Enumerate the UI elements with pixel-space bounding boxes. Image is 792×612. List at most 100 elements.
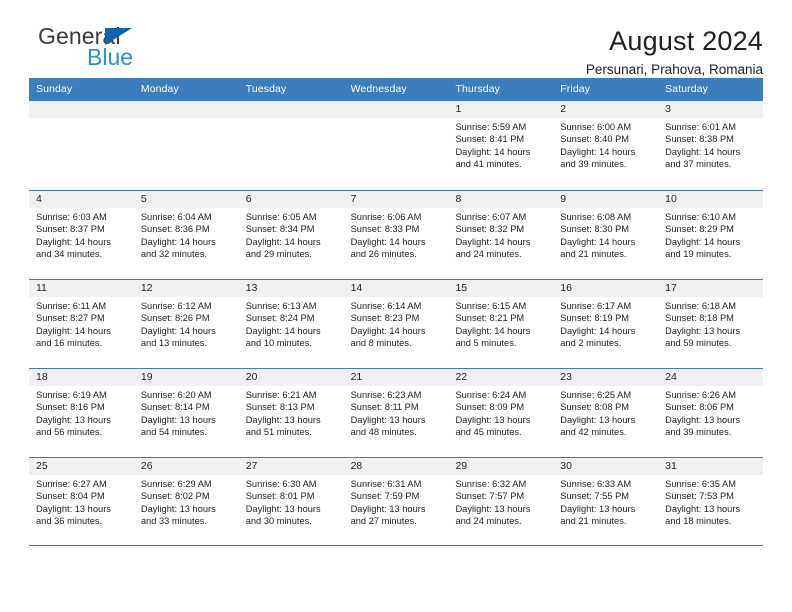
daylight-text-line1: Daylight: 13 hours bbox=[560, 414, 636, 425]
sunrise-text: Sunrise: 6:33 AM bbox=[560, 479, 632, 489]
calendar-day-cell[interactable]: 31 Sunrise: 6:35 AM Sunset: 7:53 PM Dayligh… bbox=[658, 458, 764, 545]
calendar-day-cell[interactable]: 4 Sunrise: 6:03 AM Sunset: 8:37 PM Daylight… bbox=[29, 191, 134, 279]
daylight-text-line2: and 27 minutes. bbox=[350, 516, 417, 527]
calendar-day-cell[interactable]: 6 Sunrise: 6:05 AM Sunset: 8:34 PM Daylight… bbox=[238, 191, 344, 279]
calendar-day-cell[interactable]: 11 Sunrise: 6:11 AM Sunset: 8:27 PM Dayligh… bbox=[29, 280, 134, 368]
sunset-text: Sunset: 8:02 PM bbox=[140, 491, 210, 502]
calendar-day-cell[interactable]: 2 Sunrise: 6:00 AM Sunset: 8:40 PM Daylight… bbox=[553, 101, 659, 190]
daylight-text-line1: Daylight: 14 hours bbox=[350, 236, 426, 247]
day-detail-lines: Sunrise: 6:03 AM Sunset: 8:37 PM Daylight:… bbox=[29, 208, 134, 261]
calendar-day-cell[interactable]: 8 Sunrise: 6:07 AM Sunset: 8:32 PM Daylight… bbox=[448, 191, 554, 279]
calendar-week-row: 4 Sunrise: 6:03 AM Sunset: 8:37 PM Daylight… bbox=[29, 190, 764, 279]
day-number: 26 bbox=[133, 458, 239, 475]
sunset-text: Sunset: 8:14 PM bbox=[140, 402, 210, 413]
day-number: 16 bbox=[553, 280, 659, 297]
sunset-text: Sunset: 8:04 PM bbox=[36, 491, 105, 502]
calendar-day-cell[interactable]: 28 Sunrise: 6:31 AM Sunset: 7:59 PM Dayligh… bbox=[343, 458, 449, 545]
daylight-text-line1: Daylight: 13 hours bbox=[36, 414, 111, 425]
calendar-day-cell[interactable]: 30 Sunrise: 6:33 AM Sunset: 7:55 PM Dayligh… bbox=[553, 458, 659, 545]
calendar-day-cell[interactable]: 18 Sunrise: 6:19 AM Sunset: 8:16 PM Dayligh… bbox=[29, 369, 134, 457]
sunset-text: Sunset: 8:19 PM bbox=[560, 313, 630, 324]
day-detail-lines: Sunrise: 6:14 AM Sunset: 8:23 PM Daylight:… bbox=[344, 297, 449, 350]
sunrise-text: Sunrise: 5:59 AM bbox=[455, 122, 527, 132]
calendar-day-cell[interactable]: 10 Sunrise: 6:10 AM Sunset: 8:29 PM Dayligh… bbox=[658, 191, 764, 279]
daylight-text-line1: Daylight: 14 hours bbox=[140, 236, 216, 247]
sunrise-text: Sunrise: 6:07 AM bbox=[455, 212, 527, 222]
calendar-week-row: 1 Sunrise: 5:59 AM Sunset: 8:41 PM Daylight… bbox=[29, 101, 764, 190]
day-detail-lines: Sunrise: 6:01 AM Sunset: 8:38 PM Daylight:… bbox=[658, 118, 763, 171]
weekday-header-monday: Monday bbox=[140, 83, 179, 95]
sunrise-text: Sunrise: 6:20 AM bbox=[140, 390, 212, 400]
day-number: 23 bbox=[553, 369, 659, 386]
daylight-text-line1: Daylight: 14 hours bbox=[455, 236, 531, 247]
sunrise-text: Sunrise: 6:27 AM bbox=[36, 479, 107, 489]
calendar-day-cell[interactable]: 29 Sunrise: 6:32 AM Sunset: 7:57 PM Dayligh… bbox=[448, 458, 554, 545]
calendar-grid: Sunday Monday Tuesday Wednesday Thursday… bbox=[29, 78, 764, 546]
day-detail-lines: Sunrise: 6:27 AM Sunset: 8:04 PM Daylight:… bbox=[29, 475, 134, 528]
daylight-text-line1: Daylight: 13 hours bbox=[665, 414, 741, 425]
day-number: 14 bbox=[343, 280, 449, 297]
calendar-day-cell[interactable]: 26 Sunrise: 6:29 AM Sunset: 8:02 PM Dayligh… bbox=[133, 458, 239, 545]
day-number bbox=[29, 101, 134, 118]
day-detail-lines: Sunrise: 6:30 AM Sunset: 8:01 PM Daylight:… bbox=[239, 475, 344, 528]
day-detail-lines bbox=[239, 118, 344, 121]
sunrise-text: Sunrise: 6:23 AM bbox=[350, 390, 422, 400]
calendar-day-cell[interactable]: 7 Sunrise: 6:06 AM Sunset: 8:33 PM Daylight… bbox=[343, 191, 449, 279]
calendar-day-cell[interactable]: 13 Sunrise: 6:13 AM Sunset: 8:24 PM Dayligh… bbox=[238, 280, 344, 368]
day-number: 20 bbox=[238, 369, 344, 386]
day-detail-lines: Sunrise: 6:05 AM Sunset: 8:34 PM Daylight:… bbox=[239, 208, 344, 261]
day-detail-lines: Sunrise: 6:35 AM Sunset: 7:53 PM Daylight:… bbox=[658, 475, 763, 528]
sunset-text: Sunset: 8:30 PM bbox=[560, 224, 630, 235]
sunrise-text: Sunrise: 6:14 AM bbox=[350, 301, 422, 311]
sunrise-text: Sunrise: 6:10 AM bbox=[665, 212, 736, 222]
day-number: 4 bbox=[29, 191, 134, 208]
day-number: 19 bbox=[133, 369, 239, 386]
brand-logo[interactable]: General Blue bbox=[29, 25, 179, 73]
sunrise-text: Sunrise: 6:12 AM bbox=[140, 301, 212, 311]
calendar-day-cell[interactable]: 12 Sunrise: 6:12 AM Sunset: 8:26 PM Dayligh… bbox=[133, 280, 239, 368]
day-number: 1 bbox=[448, 101, 554, 118]
daylight-text-line2: and 48 minutes. bbox=[350, 427, 417, 438]
sunrise-text: Sunrise: 6:24 AM bbox=[455, 390, 527, 400]
calendar-day-cell-empty bbox=[29, 101, 134, 190]
calendar-day-cell[interactable]: 19 Sunrise: 6:20 AM Sunset: 8:14 PM Dayligh… bbox=[133, 369, 239, 457]
calendar-day-cell[interactable]: 27 Sunrise: 6:30 AM Sunset: 8:01 PM Dayligh… bbox=[238, 458, 344, 545]
calendar-day-cell[interactable]: 17 Sunrise: 6:18 AM Sunset: 8:18 PM Dayligh… bbox=[658, 280, 764, 368]
daylight-text-line1: Daylight: 13 hours bbox=[665, 503, 741, 514]
calendar-day-cell[interactable]: 9 Sunrise: 6:08 AM Sunset: 8:30 PM Daylight… bbox=[553, 191, 659, 279]
daylight-text-line2: and 24 minutes. bbox=[455, 516, 522, 527]
weekday-header-saturday: Saturday bbox=[665, 83, 708, 95]
calendar-day-cell[interactable]: 23 Sunrise: 6:25 AM Sunset: 8:08 PM Dayligh… bbox=[553, 369, 659, 457]
day-number: 22 bbox=[448, 369, 554, 386]
daylight-text-line2: and 16 minutes. bbox=[36, 338, 103, 349]
sunrise-text: Sunrise: 6:13 AM bbox=[245, 301, 317, 311]
day-number: 24 bbox=[658, 369, 764, 386]
daylight-text-line2: and 30 minutes. bbox=[245, 516, 312, 527]
day-detail-lines: Sunrise: 6:23 AM Sunset: 8:11 PM Daylight:… bbox=[344, 386, 449, 439]
weekday-header-sunday: Sunday bbox=[36, 83, 73, 95]
calendar-day-cell[interactable]: 22 Sunrise: 6:24 AM Sunset: 8:09 PM Dayligh… bbox=[448, 369, 554, 457]
calendar-day-cell[interactable]: 20 Sunrise: 6:21 AM Sunset: 8:13 PM Dayligh… bbox=[238, 369, 344, 457]
page-title: August 2024 bbox=[609, 26, 763, 56]
calendar-day-cell[interactable]: 3 Sunrise: 6:01 AM Sunset: 8:38 PM Daylight… bbox=[658, 101, 764, 190]
daylight-text-line1: Daylight: 13 hours bbox=[350, 414, 426, 425]
weekday-header-thursday: Thursday bbox=[455, 83, 501, 95]
calendar-day-cell[interactable]: 1 Sunrise: 5:59 AM Sunset: 8:41 PM Daylight… bbox=[448, 101, 554, 190]
day-number: 13 bbox=[238, 280, 344, 297]
daylight-text-line2: and 24 minutes. bbox=[455, 249, 522, 260]
calendar-day-cell[interactable]: 24 Sunrise: 6:26 AM Sunset: 8:06 PM Dayligh… bbox=[658, 369, 764, 457]
daylight-text-line2: and 13 minutes. bbox=[140, 338, 208, 349]
calendar-day-cell[interactable]: 21 Sunrise: 6:23 AM Sunset: 8:11 PM Dayligh… bbox=[343, 369, 449, 457]
day-detail-lines: Sunrise: 6:20 AM Sunset: 8:14 PM Daylight:… bbox=[134, 386, 239, 439]
calendar-day-cell[interactable]: 15 Sunrise: 6:15 AM Sunset: 8:21 PM Dayligh… bbox=[448, 280, 554, 368]
day-detail-lines: Sunrise: 6:12 AM Sunset: 8:26 PM Daylight:… bbox=[134, 297, 239, 350]
calendar-day-cell[interactable]: 14 Sunrise: 6:14 AM Sunset: 8:23 PM Dayligh… bbox=[343, 280, 449, 368]
sunrise-text: Sunrise: 6:25 AM bbox=[560, 390, 632, 400]
daylight-text-line1: Daylight: 14 hours bbox=[455, 325, 531, 336]
day-number: 27 bbox=[238, 458, 344, 475]
calendar-day-cell[interactable]: 5 Sunrise: 6:04 AM Sunset: 8:36 PM Daylight… bbox=[133, 191, 239, 279]
calendar-day-cell[interactable]: 16 Sunrise: 6:17 AM Sunset: 8:19 PM Dayligh… bbox=[553, 280, 659, 368]
day-number: 29 bbox=[448, 458, 554, 475]
calendar-day-cell[interactable]: 25 Sunrise: 6:27 AM Sunset: 8:04 PM Dayligh… bbox=[29, 458, 134, 545]
day-detail-lines bbox=[29, 118, 134, 121]
